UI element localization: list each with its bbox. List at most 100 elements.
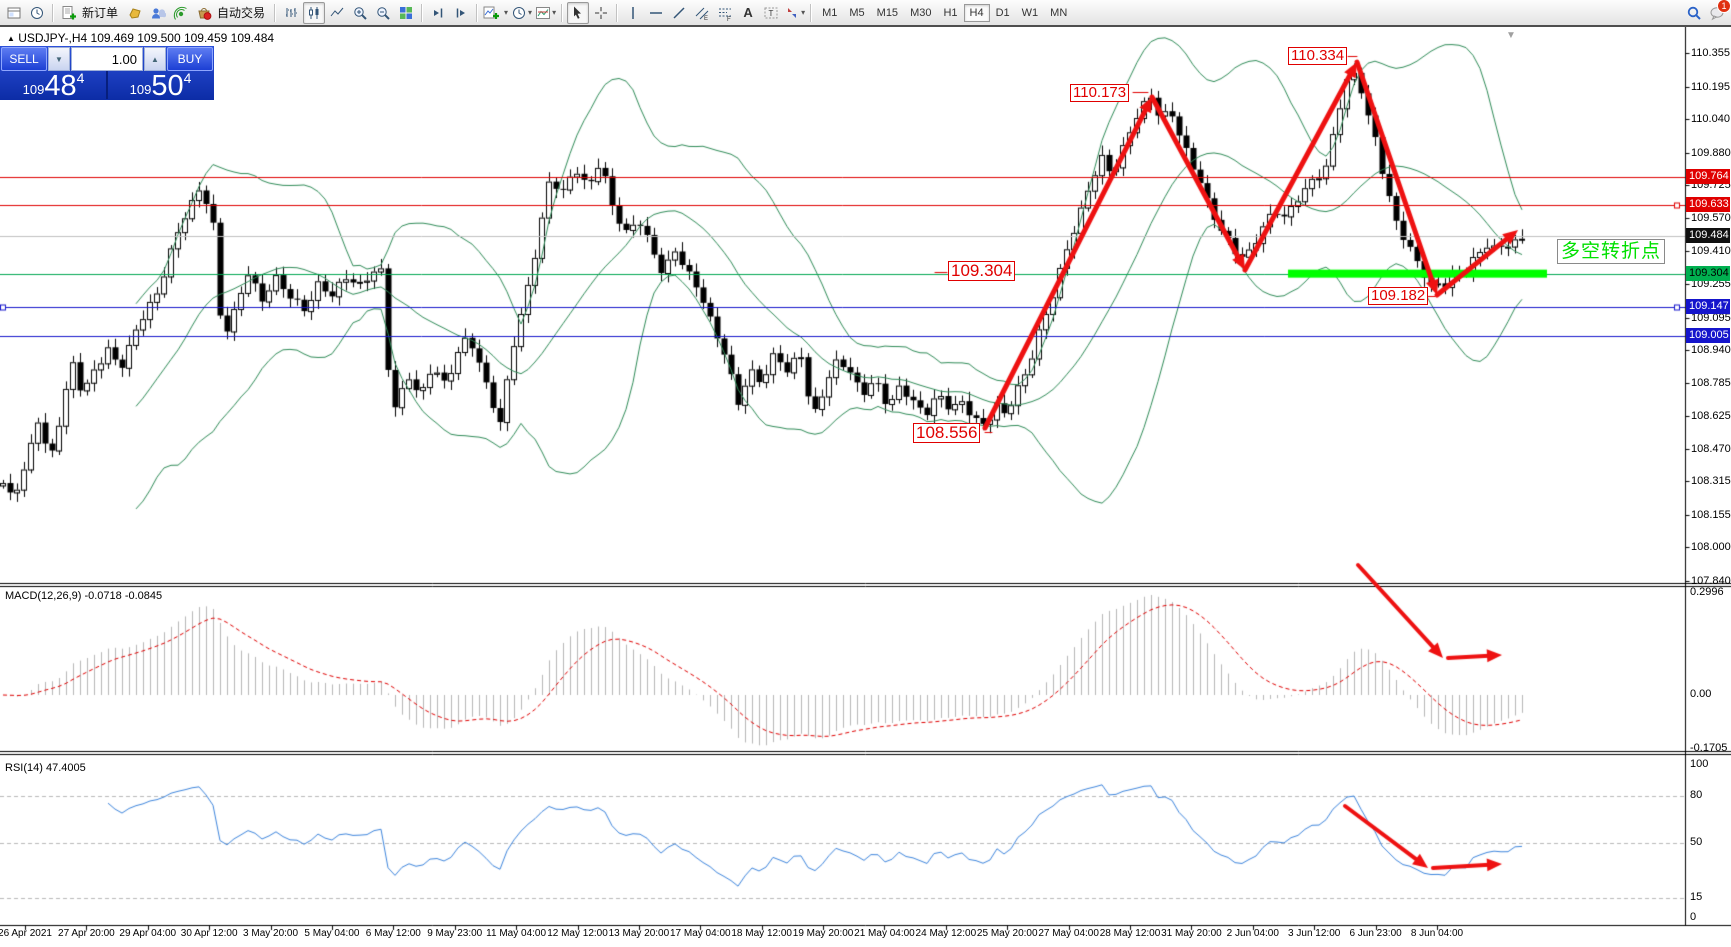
volume-input[interactable]: 1.00 — [71, 47, 143, 71]
time-axis-label: 27 May 04:00 — [1038, 928, 1099, 939]
volume-decrease-button[interactable]: ▼ — [48, 47, 70, 71]
time-axis-label: 29 Apr 04:00 — [119, 928, 176, 939]
candlestick-chart-icon[interactable] — [303, 2, 325, 24]
macd-axis-value: -0.1705 — [1690, 742, 1727, 754]
timeframe-m15[interactable]: M15 — [871, 4, 904, 22]
price-chart-canvas[interactable] — [0, 27, 1731, 947]
templates-icon[interactable]: ▾ — [534, 2, 557, 24]
time-axis-label: 13 May 20:00 — [609, 928, 670, 939]
main-toolbar: 新订单 自动交易 ▾ ▾ ▾ E F A T ▾ M1M5M15M30H1H4D… — [0, 0, 1731, 27]
price-axis-tick: 108.940 — [1691, 343, 1731, 357]
chart-shift-icon[interactable] — [450, 2, 472, 24]
indicators-icon[interactable]: ▾ — [482, 2, 509, 24]
time-axis-label: 26 Apr 2021 — [0, 928, 52, 939]
time-axis-label: 27 Apr 20:00 — [58, 928, 115, 939]
rsi-axis-value: 80 — [1690, 789, 1702, 801]
scroll-marker-icon: ▼ — [1506, 30, 1516, 41]
buy-price[interactable]: 109 50 4 — [108, 71, 213, 99]
price-axis-tick: 108.155 — [1691, 508, 1731, 522]
macd-axis-value: 0.00 — [1690, 688, 1711, 700]
autotrade-button[interactable]: 自动交易 — [217, 4, 265, 21]
new-order-icon[interactable] — [58, 2, 80, 24]
sell-price[interactable]: 109 48 4 — [1, 71, 106, 99]
timeframe-group: M1M5M15M30H1H4D1W1MN — [816, 4, 1073, 22]
timeframe-h1[interactable]: H1 — [937, 4, 963, 22]
bar-chart-icon[interactable] — [280, 2, 302, 24]
new-order-button[interactable]: 新订单 — [82, 4, 118, 21]
metaeditor-icon[interactable] — [124, 2, 146, 24]
search-icon[interactable] — [1683, 2, 1705, 24]
collapse-triangle-icon[interactable]: ▲ — [7, 34, 15, 43]
macd-axis-value: 0.2996 — [1690, 586, 1724, 598]
text-label-icon[interactable]: T — [760, 2, 782, 24]
community-icon[interactable] — [147, 2, 169, 24]
price-annotation-box[interactable]: 108.556 — [913, 423, 980, 443]
arrows-icon[interactable]: ▾ — [783, 2, 806, 24]
time-axis-label: 8 Jun 04:00 — [1411, 928, 1463, 939]
sell-button[interactable]: SELL — [1, 47, 47, 71]
zoom-out-icon[interactable] — [372, 2, 394, 24]
text-icon[interactable]: A — [737, 2, 759, 24]
vertical-line-icon[interactable] — [622, 2, 644, 24]
price-annotation-box[interactable]: 110.173 — [1070, 84, 1129, 102]
one-click-trade-panel: SELL ▼ 1.00 ▲ BUY 109 48 4 109 50 4 — [0, 46, 214, 100]
svg-text:F: F — [727, 17, 731, 21]
price-axis-tick: 108.470 — [1691, 442, 1731, 456]
line-chart-icon[interactable] — [326, 2, 348, 24]
buy-price-point: 4 — [184, 72, 192, 85]
symbol-quotes: 109.469 109.500 109.459 109.484 — [91, 31, 275, 45]
crosshair-icon[interactable] — [590, 2, 612, 24]
auto-scroll-icon[interactable] — [427, 2, 449, 24]
time-axis-label: 21 May 04:00 — [854, 928, 915, 939]
channel-icon[interactable]: E — [691, 2, 713, 24]
price-annotation-box[interactable]: 110.334 — [1288, 47, 1347, 65]
signals-icon[interactable] — [170, 2, 192, 24]
time-axis-label: 30 Apr 12:00 — [181, 928, 238, 939]
timeframe-d1[interactable]: D1 — [990, 4, 1016, 22]
price-axis-tick: 109.880 — [1691, 146, 1731, 160]
price-annotation-box[interactable]: 109.182 — [1368, 287, 1428, 305]
zoom-in-icon[interactable] — [349, 2, 371, 24]
chart-window-icon[interactable] — [3, 2, 25, 24]
time-axis-label: 6 May 12:00 — [366, 928, 421, 939]
tile-windows-icon[interactable] — [395, 2, 417, 24]
svg-text:E: E — [704, 16, 708, 21]
timeframe-h4[interactable]: H4 — [964, 4, 990, 22]
time-axis-label: 19 May 20:00 — [793, 928, 854, 939]
fibonacci-icon[interactable]: F — [714, 2, 736, 24]
price-axis-badge: 109.147 — [1686, 299, 1730, 314]
buy-button[interactable]: BUY — [167, 47, 213, 71]
symbol-name: USDJPY-,H4 — [18, 31, 87, 45]
time-axis-label: 25 May 20:00 — [977, 928, 1038, 939]
rsi-label: RSI(14) 47.4005 — [5, 762, 86, 774]
price-axis-badge: 109.484 — [1686, 228, 1730, 243]
buy-price-figure: 109 — [130, 80, 152, 99]
autotrade-icon[interactable] — [193, 2, 215, 24]
timeframe-mn[interactable]: MN — [1044, 4, 1073, 22]
rsi-axis-value: 50 — [1690, 836, 1702, 848]
price-annotation-box[interactable]: 109.304 — [948, 261, 1015, 281]
price-axis-tick: 109.410 — [1691, 244, 1731, 258]
volume-increase-button[interactable]: ▲ — [144, 47, 166, 71]
timeframe-w1[interactable]: W1 — [1016, 4, 1045, 22]
periods-icon[interactable]: ▾ — [510, 2, 533, 24]
time-axis-label: 18 May 12:00 — [731, 928, 792, 939]
trendline-icon[interactable] — [668, 2, 690, 24]
price-axis-tick: 108.625 — [1691, 409, 1731, 423]
time-axis-label: 24 May 12:00 — [916, 928, 977, 939]
time-axis-label: 9 May 23:00 — [427, 928, 482, 939]
turning-point-label[interactable]: 多空转折点 — [1557, 239, 1665, 264]
price-axis-tick: 108.000 — [1691, 540, 1731, 554]
timeframe-m5[interactable]: M5 — [843, 4, 870, 22]
notification-badge: 1 — [1717, 0, 1731, 13]
timeframe-m1[interactable]: M1 — [816, 4, 843, 22]
notifications-icon[interactable]: 1 — [1706, 2, 1728, 24]
horizontal-line-icon[interactable] — [645, 2, 667, 24]
toolbar-separator — [274, 4, 276, 22]
price-axis-badge: 109.005 — [1686, 328, 1730, 343]
market-watch-icon[interactable] — [26, 2, 48, 24]
timeframe-m30[interactable]: M30 — [904, 4, 937, 22]
cursor-icon[interactable] — [567, 2, 589, 24]
symbol-quote-line: ▲ USDJPY-,H4 109.469 109.500 109.459 109… — [7, 31, 274, 45]
toolbar-separator — [616, 4, 618, 22]
